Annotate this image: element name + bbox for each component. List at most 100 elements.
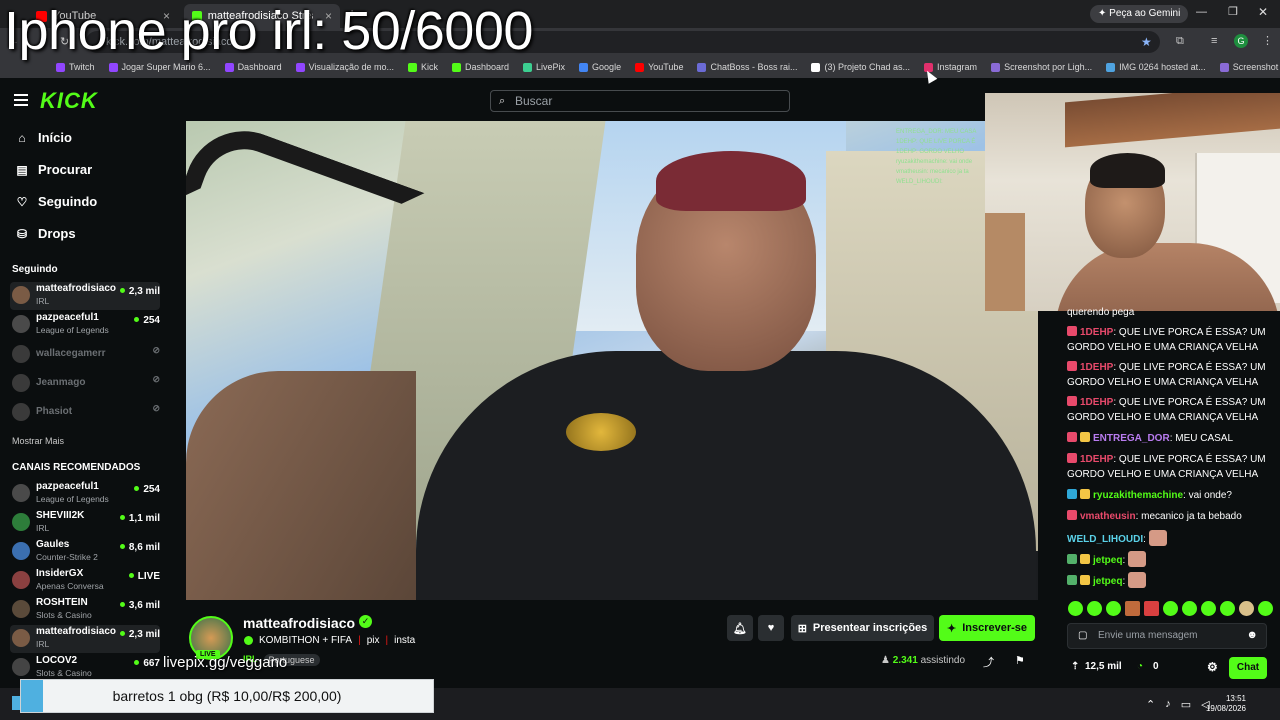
share-icon[interactable]: ⤴ xyxy=(983,654,994,670)
recommended-channel[interactable]: InsiderGX Apenas Conversa LIVE xyxy=(10,567,160,595)
followed-channel[interactable]: wallacegamerr ⊘ xyxy=(10,341,160,369)
extensions-icon[interactable]: ⧉ xyxy=(1176,35,1184,48)
chat-send-button[interactable]: Chat xyxy=(1229,657,1267,679)
emote-icon[interactable] xyxy=(1182,601,1197,616)
minimize-button[interactable]: — xyxy=(1196,6,1207,18)
emote-icon[interactable] xyxy=(1068,601,1083,616)
display-icon[interactable]: ▭ xyxy=(1181,698,1191,711)
gemini-button[interactable]: ✦ Peça ao Gemini xyxy=(1090,5,1189,23)
viewer-info: ♟ 2.341 assistindo xyxy=(881,655,965,666)
bookmark[interactable]: Kick xyxy=(407,62,438,72)
followed-channel[interactable]: Jeanmago ⊘ xyxy=(10,370,160,398)
search-input[interactable]: ⌕ Buscar xyxy=(490,90,790,112)
bookmark[interactable]: Screenshot por Ligh... xyxy=(1219,62,1280,72)
kick-logo[interactable]: KICK xyxy=(40,88,98,114)
system-clock[interactable]: 13:51 19/08/2026 xyxy=(1206,694,1246,714)
streamer-name[interactable]: matteafrodisiaco xyxy=(243,615,355,631)
bookmark[interactable]: YouTube xyxy=(635,62,683,72)
emote-icon[interactable] xyxy=(1144,601,1159,616)
chat-message: jetpeq: xyxy=(1067,551,1277,568)
chat-settings-icon[interactable]: ▢ xyxy=(1078,630,1087,641)
follow-button[interactable]: ♥ xyxy=(758,615,784,641)
notification-bell-button[interactable]: 🔔︎ xyxy=(727,615,753,641)
chat-username[interactable]: 1DEHP xyxy=(1080,454,1113,465)
volume-icon[interactable]: ◁ xyxy=(1201,698,1209,711)
bookmark[interactable]: (3) Projeto Chad as... xyxy=(811,62,910,72)
recommended-channel[interactable]: pazpeaceful1 League of Legends 254 xyxy=(10,480,160,508)
emote-icon[interactable] xyxy=(1163,601,1178,616)
close-window-button[interactable]: ✕ xyxy=(1258,5,1268,19)
bookmark[interactable]: Screenshot por Ligh... xyxy=(991,62,1092,72)
report-icon[interactable]: ⚑ xyxy=(1015,654,1025,667)
chat-username[interactable]: ryuzakithemachine xyxy=(1093,490,1183,501)
menu-icon[interactable]: ⋮ xyxy=(1262,34,1273,47)
chat-message-input[interactable]: ▢ Envie uma mensagem ☻ xyxy=(1067,623,1267,649)
profile-avatar[interactable]: G xyxy=(1234,34,1248,48)
recommended-channel[interactable]: SHEVIII2K IRL 1,1 mil xyxy=(10,509,160,537)
nav-following[interactable]: ♡ Seguindo xyxy=(16,194,98,209)
chat-username[interactable]: 1DEHP xyxy=(1080,327,1113,338)
emote-icon[interactable] xyxy=(1125,601,1140,616)
bookmark[interactable]: IMG 0264 hosted at... xyxy=(1106,62,1206,72)
emote-icon[interactable] xyxy=(1201,601,1216,616)
show-more-link[interactable]: Mostrar Mais xyxy=(12,436,64,446)
emoji-icon[interactable]: ☻ xyxy=(1246,629,1258,641)
bookmark-label: IMG 0264 hosted at... xyxy=(1119,62,1206,72)
recommended-channel[interactable]: LOCOV2 Slots & Casino 667 xyxy=(10,654,160,682)
recommended-channel[interactable]: matteafrodisiaco IRL 2,3 mil xyxy=(10,625,160,653)
bookmark-icon xyxy=(108,62,118,72)
gift-subs-button[interactable]: ⊞ Presentear inscrições xyxy=(791,615,934,641)
followed-channel[interactable]: Phasiot ⊘ xyxy=(10,399,160,427)
points-balance[interactable]: 0 xyxy=(1153,661,1159,672)
chat-username[interactable]: 1DEHP xyxy=(1080,362,1113,373)
emote-icon[interactable] xyxy=(1239,601,1254,616)
recommended-section-title: CANAIS RECOMENDADOS xyxy=(12,462,141,473)
chevron-up-icon[interactable]: ⌃ xyxy=(1146,698,1155,711)
recommended-channel[interactable]: ROSHTEIN Slots & Casino 3,6 mil xyxy=(10,596,160,624)
emote-icon[interactable] xyxy=(1220,601,1235,616)
subscribe-label: Inscrever-se xyxy=(962,622,1028,634)
bookmark-label: Kick xyxy=(420,62,438,72)
video-player[interactable]: ENTREGA_DOR: MEU CASA 1DEHP: QUE LIVE PO… xyxy=(186,121,1038,600)
nav-browse[interactable]: ▤ Procurar xyxy=(16,162,92,177)
emote-icon[interactable] xyxy=(1258,601,1273,616)
bookmark[interactable]: LivePix xyxy=(523,62,565,72)
viewers-label: assistindo xyxy=(920,655,966,666)
viewer-count: 1,1 mil xyxy=(120,513,160,524)
bookmark[interactable]: Dashboard xyxy=(224,62,282,72)
bookmark-label: Instagram xyxy=(937,62,978,72)
chat-username[interactable]: jetpeq xyxy=(1093,555,1122,566)
donation-goal-overlay: barretos 1 obg (R$ 10,00/R$ 200,00) xyxy=(20,679,434,713)
emote-icon[interactable] xyxy=(1106,601,1121,616)
emote-icon[interactable] xyxy=(1087,601,1102,616)
chat-username[interactable]: jetpeq xyxy=(1093,576,1122,587)
nav-home[interactable]: ⌂ Início xyxy=(16,130,72,145)
title-separator: | xyxy=(358,635,361,646)
nav-drops[interactable]: ⛁ Drops xyxy=(16,226,76,241)
restore-button[interactable]: ❐ xyxy=(1228,5,1238,18)
chat-message: querendo pega xyxy=(1067,305,1277,320)
microphone-icon[interactable]: ♪ xyxy=(1165,698,1171,711)
hamburger-menu-icon[interactable] xyxy=(14,94,28,106)
bookmark[interactable]: Visualização de mo... xyxy=(295,62,394,72)
bookmark-label: Twitch xyxy=(69,62,95,72)
recommended-channel[interactable]: Gaules Counter-Strike 2 8,6 mil xyxy=(10,538,160,566)
gear-icon[interactable]: ⚙ xyxy=(1207,660,1218,674)
reading-list-icon[interactable]: ≡ xyxy=(1211,35,1217,47)
followed-channel[interactable]: matteafrodisiaco IRL 2,3 mil xyxy=(10,282,160,310)
subscribe-button[interactable]: ✦ Inscrever-se xyxy=(939,615,1035,641)
chat-message: 1DEHP: QUE LIVE PORCA É ESSA? UM GORDO V… xyxy=(1067,396,1266,423)
chat-username[interactable]: vmatheusin xyxy=(1080,511,1136,522)
chat-username[interactable]: ENTREGA_DOR xyxy=(1093,433,1170,444)
kicks-balance[interactable]: 12,5 mil xyxy=(1085,661,1122,672)
bookmark[interactable]: Dashboard xyxy=(452,62,509,72)
bookmark-star-icon[interactable]: ★ xyxy=(1141,35,1152,49)
channel-category: IRL xyxy=(36,523,50,533)
chat-username[interactable]: 1DEHP xyxy=(1080,397,1113,408)
chat-username[interactable]: WELD_LIHOUDI xyxy=(1067,534,1143,545)
followed-channel[interactable]: pazpeaceful1 League of Legends 254 xyxy=(10,311,160,339)
bookmark[interactable]: Twitch xyxy=(56,62,95,72)
bookmark[interactable]: Jogar Super Mario 6... xyxy=(108,62,211,72)
bookmark[interactable]: ChatBoss - Boss rai... xyxy=(697,62,797,72)
bookmark[interactable]: Google xyxy=(579,62,621,72)
